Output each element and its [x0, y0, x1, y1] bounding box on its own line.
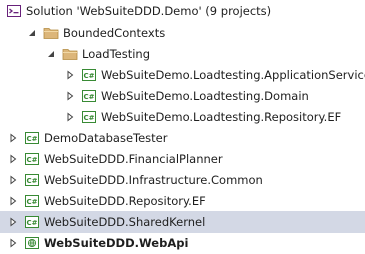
svg-text:C#: C# [26, 135, 37, 143]
tree-node-websuiteddd-repository-ef[interactable]: C# WebSuiteDDD.Repository.EF [0, 190, 365, 212]
svg-text:C#: C# [26, 156, 37, 164]
svg-text:C#: C# [83, 114, 94, 122]
tree-node-label: WebSuiteDemo.Loadtesting.ApplicationServ… [101, 68, 365, 82]
tree-node-label: WebSuiteDDD.Repository.EF [44, 194, 206, 208]
tree-node-label: WebSuiteDDD.FinancialPlanner [44, 152, 223, 166]
csharp-project-icon: C# [24, 151, 40, 167]
tree-node-label: WebSuiteDemo.Loadtesting.Domain [101, 89, 309, 103]
tree-node-label: LoadTesting [82, 47, 151, 61]
collapse-arrow-icon[interactable] [27, 28, 37, 38]
solution-explorer-tree: Solution 'WebSuiteDDD.Demo' (9 projects)… [0, 0, 365, 250]
expand-arrow-icon[interactable] [8, 196, 18, 206]
csharp-project-icon: C# [24, 172, 40, 188]
svg-text:C#: C# [26, 198, 37, 206]
tree-node-websuitedemo-loadtesting-domain[interactable]: C# WebSuiteDemo.Loadtesting.Domain [0, 85, 365, 107]
collapse-arrow-icon[interactable] [46, 49, 56, 59]
expand-arrow-icon[interactable] [8, 175, 18, 185]
tree-node-label: WebSuiteDDD.WebApi [44, 236, 189, 250]
tree-node-websuiteddd-financialplanner[interactable]: C# WebSuiteDDD.FinancialPlanner [0, 148, 365, 170]
tree-node-demodatabasetester[interactable]: C# DemoDatabaseTester [0, 127, 365, 149]
web-project-icon [24, 235, 40, 251]
tree-node-label: DemoDatabaseTester [44, 131, 168, 145]
tree-node-loadtesting[interactable]: LoadTesting [0, 43, 365, 65]
csharp-project-icon: C# [81, 67, 97, 83]
tree-node-websuiteddd-webapi[interactable]: WebSuiteDDD.WebApi [0, 232, 365, 254]
csharp-project-icon: C# [24, 214, 40, 230]
tree-node-label: WebSuiteDDD.SharedKernel [44, 215, 206, 229]
svg-text:C#: C# [26, 219, 37, 227]
tree-node-label: WebSuiteDemo.Loadtesting.Repository.EF [101, 110, 342, 124]
expand-arrow-icon[interactable] [8, 217, 18, 227]
folder-icon [43, 25, 59, 41]
tree-node-boundedcontexts[interactable]: BoundedContexts [0, 22, 365, 44]
svg-text:C#: C# [83, 93, 94, 101]
tree-node-label: WebSuiteDDD.Infrastructure.Common [44, 173, 263, 187]
csharp-project-icon: C# [81, 88, 97, 104]
tree-node-websuiteddd-infrastructure-common[interactable]: C# WebSuiteDDD.Infrastructure.Common [0, 169, 365, 191]
solution-label: Solution 'WebSuiteDDD.Demo' (9 projects) [26, 4, 272, 18]
tree-node-websuitedemo-loadtesting-applicationservices[interactable]: C# WebSuiteDemo.Loadtesting.ApplicationSe… [0, 64, 365, 86]
csharp-project-icon: C# [24, 193, 40, 209]
folder-icon [62, 46, 78, 62]
csharp-project-icon: C# [24, 130, 40, 146]
expand-arrow-icon[interactable] [65, 112, 75, 122]
solution-icon [6, 3, 22, 19]
tree-node-websuiteddd-sharedkernel[interactable]: C# WebSuiteDDD.SharedKernel [0, 211, 365, 233]
svg-text:C#: C# [83, 72, 94, 80]
expand-arrow-icon[interactable] [65, 70, 75, 80]
svg-text:C#: C# [26, 177, 37, 185]
expand-arrow-icon[interactable] [8, 133, 18, 143]
expand-arrow-icon[interactable] [65, 91, 75, 101]
tree-node-label: BoundedContexts [63, 26, 166, 40]
expand-arrow-icon[interactable] [8, 154, 18, 164]
tree-node-websuitedemo-loadtesting-repository-ef[interactable]: C# WebSuiteDemo.Loadtesting.Repository.EF [0, 106, 365, 128]
solution-node[interactable]: Solution 'WebSuiteDDD.Demo' (9 projects) [0, 0, 365, 22]
csharp-project-icon: C# [81, 109, 97, 125]
